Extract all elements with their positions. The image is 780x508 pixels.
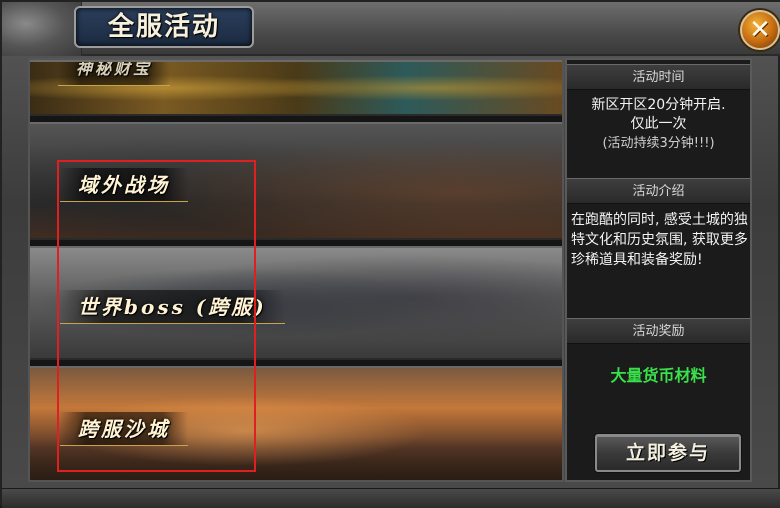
reward-section-header: 活动奖励 [567,318,750,344]
banner-treasure-label: 神秘财宝 [58,62,171,86]
bottom-frame-strip [2,488,780,508]
page-title: 全服活动 [107,12,220,42]
time-text: 新区开区20分钟开启. 仅此一次 (活动持续3分钟!!!) [571,96,746,153]
banner-treasure[interactable]: 神秘财宝 [30,60,562,116]
reward-text: 大量货币材料 [610,366,707,385]
banner-field[interactable]: 域外战场 [30,122,562,240]
activity-banner-list[interactable]: 神秘财宝 域外战场 世界boss (跨服) 跨服沙城 [28,58,564,482]
info-panel: 活动时间 新区开区20分钟开启. 仅此一次 (活动持续3分钟!!!) 活动介绍 … [565,58,752,482]
dragon-ornament-icon [2,2,82,56]
banner-field-label: 域外战场 [60,168,188,202]
join-button[interactable]: 立即参与 [595,434,741,472]
time-line-3: (活动持续3分钟!!!) [602,136,715,151]
intro-text: 在跑酷的同时, 感受土城的独特文化和历史氛围, 获取更多珍稀道具和装备奖励! [571,212,748,268]
activity-window: 全服活动 ✕ 神秘财宝 域外战场 世界boss (跨服) 跨服沙城 活动时间 新… [0,0,780,508]
close-button[interactable]: ✕ [740,10,780,50]
banner-city-label: 跨服沙城 [60,412,188,446]
close-icon: ✕ [749,15,771,45]
banner-boss-label: 世界boss (跨服) [60,290,285,324]
banner-boss[interactable]: 世界boss (跨服) [30,246,562,360]
banner-city[interactable]: 跨服沙城 [30,366,562,480]
time-line-1: 新区开区20分钟开启. [591,97,726,113]
title-plate: 全服活动 [74,6,254,48]
time-section-header: 活动时间 [567,64,750,90]
title-bar: 全服活动 ✕ [2,2,780,56]
intro-section-header: 活动介绍 [567,178,750,204]
time-line-2: 仅此一次 [630,116,687,132]
